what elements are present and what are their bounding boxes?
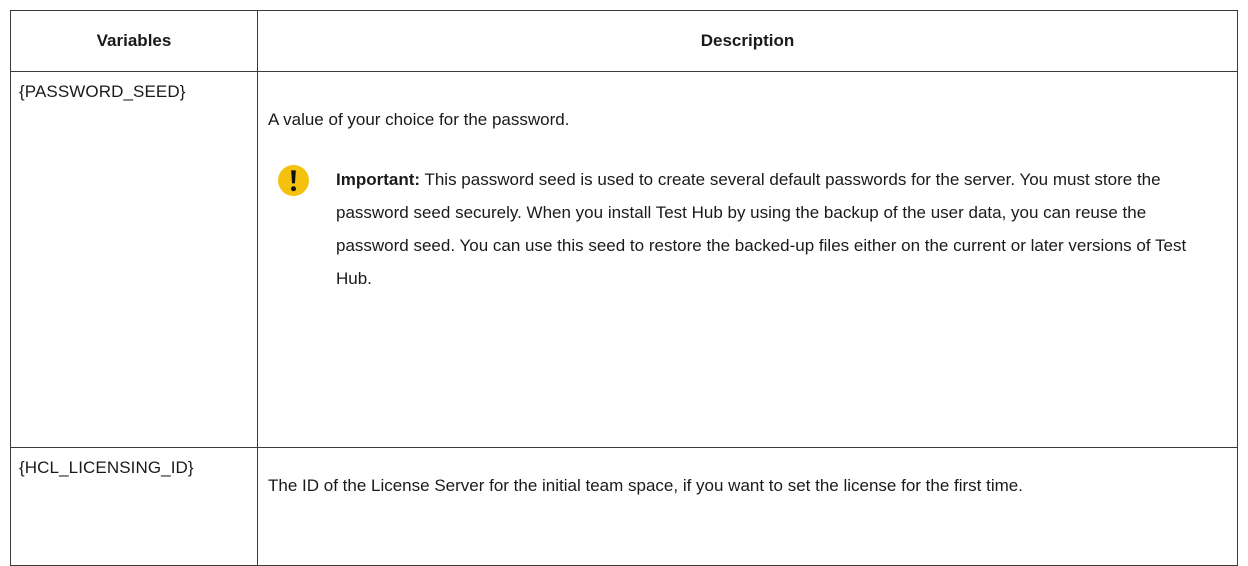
description-cell: A value of your choice for the password.… xyxy=(257,71,1238,448)
variable-name: {PASSWORD_SEED} xyxy=(19,82,186,101)
note-text: This password seed is used to create sev… xyxy=(336,170,1187,288)
variables-table: Variables Description {PASSWORD_SEED} A … xyxy=(10,10,1238,566)
description-text: The ID of the License Server for the ini… xyxy=(268,476,1023,495)
variable-cell: {PASSWORD_SEED} xyxy=(10,71,258,448)
important-note: Important: This password seed is used to… xyxy=(268,163,1237,295)
table-row: {PASSWORD_SEED} A value of your choice f… xyxy=(10,71,1238,448)
table-row: {HCL_LICENSING_ID} The ID of the License… xyxy=(10,447,1238,566)
description-cell: The ID of the License Server for the ini… xyxy=(257,447,1238,566)
note-label: Important: xyxy=(336,170,421,189)
variable-cell: {HCL_LICENSING_ID} xyxy=(10,447,258,566)
exclamation-icon xyxy=(278,165,309,196)
header-variables: Variables xyxy=(10,10,258,72)
description-text: A value of your choice for the password. xyxy=(268,110,570,129)
header-description: Description xyxy=(257,10,1238,72)
variable-name: {HCL_LICENSING_ID} xyxy=(19,458,194,477)
table-header-row: Variables Description xyxy=(10,10,1238,72)
